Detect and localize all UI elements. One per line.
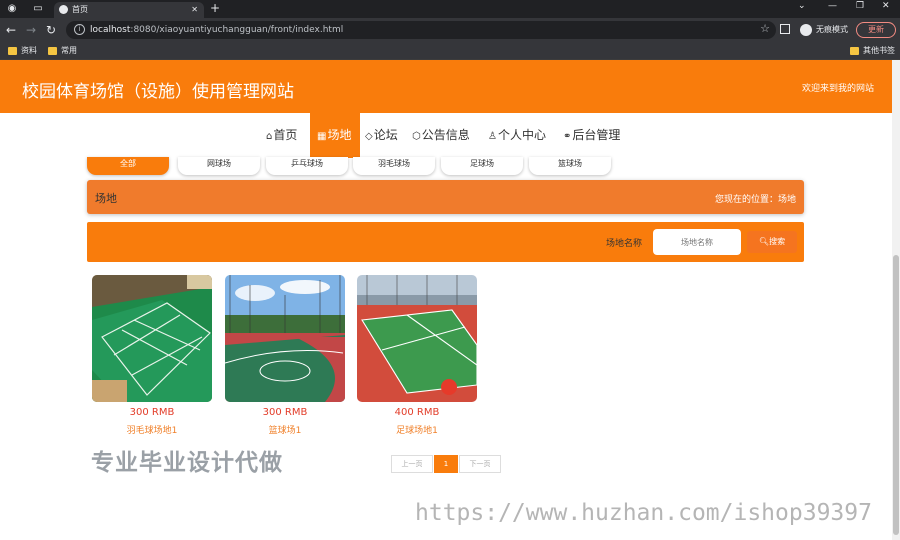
url-host: localhost [90, 25, 131, 35]
nav-admin[interactable]: ⚭后台管理 [563, 113, 620, 158]
forward-icon[interactable]: → [26, 22, 36, 38]
new-tab-icon[interactable]: + [210, 1, 220, 15]
browser-tab[interactable]: 首页 ✕ [54, 2, 204, 18]
tab-title: 首页 [72, 5, 88, 14]
globe-icon [59, 5, 68, 14]
user-icon: ♙ [488, 131, 497, 142]
promo-watermark: 专业毕业设计代做 [91, 450, 283, 476]
category-badminton[interactable]: 羽毛球场 [353, 157, 435, 175]
scrollbar-thumb[interactable] [893, 255, 899, 535]
category-football[interactable]: 足球场 [441, 157, 523, 175]
tag-icon: ◇ [365, 131, 373, 142]
prev-page-button[interactable]: 上一页 [391, 455, 433, 473]
address-bar: ← → ↻ i localhost:8080/xiaoyuantiyuchang… [0, 18, 900, 42]
reload-icon[interactable]: ↻ [46, 22, 56, 38]
welcome-text: 欢迎来到我的网站 [801, 84, 874, 94]
folder-icon [8, 47, 17, 55]
tab-strip-icon[interactable]: ▭ [32, 3, 44, 15]
venue-price: 300 RMB [262, 407, 308, 418]
incognito-label: 无痕模式 [816, 25, 848, 34]
home-icon: ⌂ [266, 131, 273, 142]
bookmark-folder-1[interactable]: 常用 [48, 45, 77, 57]
link-icon: ⚭ [563, 131, 572, 142]
breadcrumb-location: 您现在的位置：场地 [714, 195, 796, 205]
nav-venues[interactable]: ▦场地 [310, 113, 360, 158]
grid-icon: ▦ [317, 131, 327, 142]
cube-icon: ⬡ [412, 131, 421, 142]
venue-image-badminton[interactable] [92, 275, 212, 402]
search-button[interactable]: 🔍︎搜索 [747, 231, 797, 253]
breadcrumb: 场地 您现在的位置：场地 [87, 180, 804, 214]
venue-name[interactable]: 篮球场1 [225, 423, 345, 436]
search-icon: 🔍︎ [758, 237, 770, 246]
search-bar: 场地名称 🔍︎搜索 [87, 222, 804, 262]
category-table-tennis[interactable]: 乒乓球场 [266, 157, 348, 175]
nav-forum[interactable]: ◇论坛 [365, 113, 398, 158]
category-tabs: 全部 网球场 乒乓球场 羽毛球场 足球场 篮球场 [87, 157, 807, 175]
close-tab-icon[interactable]: ✕ [191, 2, 198, 18]
category-all[interactable]: 全部 [87, 157, 169, 175]
search-label: 场地名称 [606, 239, 643, 249]
other-bookmarks[interactable]: 其他书签 [850, 45, 895, 57]
breadcrumb-section: 场地 [95, 192, 117, 205]
url-field[interactable]: i localhost:8080/xiaoyuantiyuchangguan/f… [66, 21, 776, 39]
site-info-icon[interactable]: i [74, 24, 85, 35]
search-input[interactable] [653, 229, 741, 255]
venue-image-football[interactable] [357, 275, 477, 402]
incognito-icon [800, 24, 812, 36]
venue-price: 300 RMB [129, 407, 175, 418]
back-icon[interactable]: ← [6, 22, 16, 38]
url-watermark: https://www.huzhan.com/ishop39397 [415, 500, 872, 526]
venue-name[interactable]: 足球场地1 [357, 423, 477, 436]
folder-icon [48, 47, 57, 55]
main-nav: ⌂首页 ▦场地 ◇论坛 ⬡公告信息 ♙个人中心 ⚭后台管理 [0, 113, 900, 158]
close-window-icon[interactable]: ✕ [882, 1, 890, 11]
site-header: 校园体育场馆（设施）使用管理网站 欢迎来到我的网站 [0, 60, 900, 113]
folder-icon [850, 47, 859, 55]
page-1-button[interactable]: 1 [434, 455, 458, 473]
venue-image-basketball[interactable] [225, 275, 345, 402]
next-page-button[interactable]: 下一页 [459, 455, 501, 473]
nav-home[interactable]: ⌂首页 [266, 113, 297, 158]
category-tennis[interactable]: 网球场 [178, 157, 260, 175]
browser-menu-icon[interactable]: ◉ [6, 3, 18, 15]
page-scrollbar[interactable] [892, 60, 900, 540]
minimize-icon[interactable]: — [828, 1, 837, 11]
site-title: 校园体育场馆（设施）使用管理网站 [22, 82, 294, 102]
url-path: :8080/xiaoyuantiyuchangguan/front/index.… [130, 25, 344, 35]
bookmark-folder-0[interactable]: 资料 [8, 45, 37, 57]
category-basketball[interactable]: 篮球场 [529, 157, 611, 175]
tab-search-icon[interactable]: ⌄ [798, 1, 806, 11]
nav-profile[interactable]: ♙个人中心 [488, 113, 546, 158]
bookmark-star-icon[interactable]: ☆ [760, 22, 770, 35]
update-button[interactable]: 更新 [856, 22, 896, 38]
venue-name[interactable]: 羽毛球场地1 [92, 423, 212, 436]
side-panel-icon[interactable] [780, 24, 790, 34]
bookmarks-bar: 资料 常用 其他书签 [0, 42, 900, 60]
nav-announcements[interactable]: ⬡公告信息 [412, 113, 470, 158]
browser-tab-bar: ◉ ▭ 首页 ✕ + ⌄ — ❐ ✕ [0, 0, 900, 18]
maximize-icon[interactable]: ❐ [856, 1, 864, 11]
venue-price: 400 RMB [394, 407, 440, 418]
